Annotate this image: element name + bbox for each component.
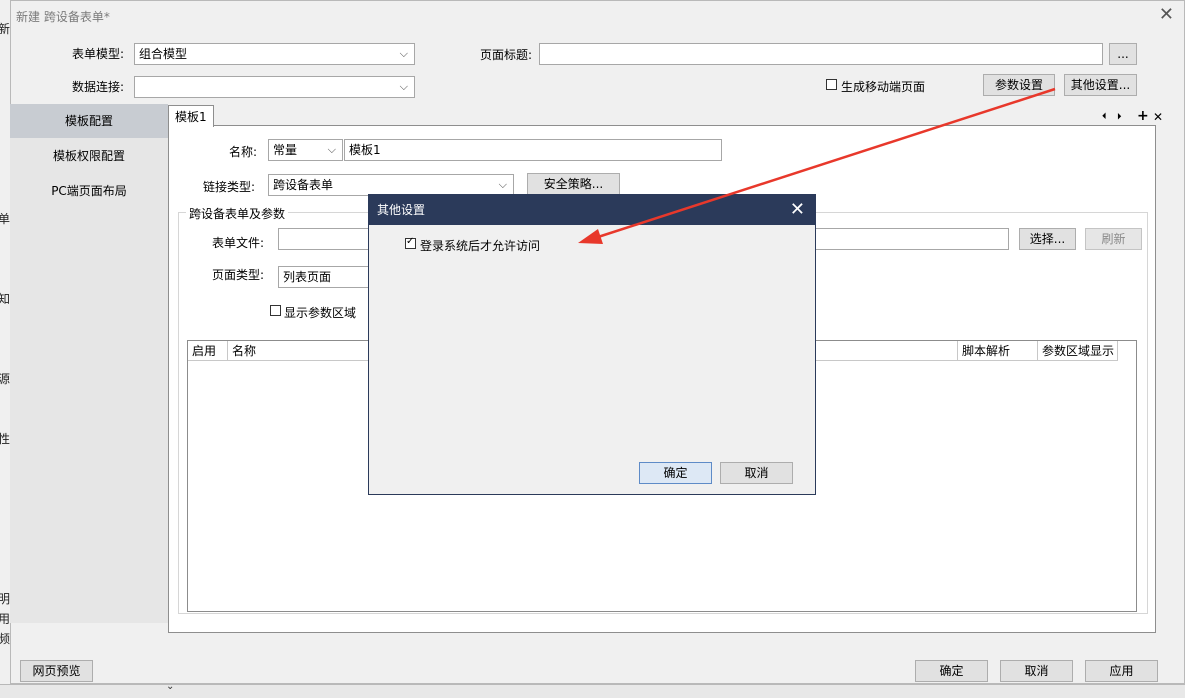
nav-item-pc-layout[interactable]: PC端页面布局 <box>10 174 168 208</box>
tab-prev-icon[interactable]: ⏴ <box>1102 112 1107 122</box>
template-name-value: 模板1 <box>349 143 381 157</box>
background-window-bottom: ⌄ <box>0 681 1185 698</box>
template-name-input[interactable]: 模板1 <box>344 139 722 161</box>
other-settings-title: 其他设置 <box>377 203 426 217</box>
cross-device-params-label: 跨设备表单及参数 <box>186 205 289 222</box>
page-title-browse-button[interactable]: ... <box>1109 43 1137 65</box>
form-file-label: 表单文件: <box>212 236 265 250</box>
column-header-script-parse[interactable]: 脚本解析 <box>958 341 1038 361</box>
form-model-select[interactable]: 组合模型 ⌵ <box>134 43 415 65</box>
other-settings-button[interactable]: 其他设置... <box>1064 74 1137 96</box>
page-title-label: 页面标题: <box>480 48 533 62</box>
page-type-label: 页面类型: <box>212 268 265 282</box>
refresh-button[interactable]: 刷新 <box>1085 228 1142 250</box>
data-connection-select[interactable]: ⌵ <box>134 76 415 98</box>
chevron-down-icon: ⌵ <box>399 47 408 60</box>
other-settings-dialog: 其他设置 ✕ 登录系统后才允许访问 确定 取消 <box>368 194 816 495</box>
tab-template-1[interactable]: 模板1 <box>168 105 214 127</box>
page-type-select[interactable]: 列表页面 <box>278 266 378 288</box>
ok-button[interactable]: 确定 <box>915 660 988 682</box>
chevron-down-icon: ⌵ <box>327 143 336 156</box>
show-param-area-checkbox[interactable] <box>270 305 281 316</box>
chevron-down-icon: ⌵ <box>399 80 408 93</box>
background-text: 频 <box>0 632 11 646</box>
security-policy-button[interactable]: 安全策略... <box>527 173 620 195</box>
param-settings-button[interactable]: 参数设置 <box>983 74 1055 96</box>
nav-item-template-config[interactable]: 模板配置 <box>10 104 168 138</box>
link-type-select[interactable]: 跨设备表单 ⌵ <box>268 174 514 196</box>
dialog-title: 新建 跨设备表单* <box>16 10 110 24</box>
background-text: 新 <box>0 22 11 36</box>
select-file-button[interactable]: 选择... <box>1019 228 1076 250</box>
generate-mobile-checkbox[interactable] <box>826 79 837 90</box>
form-model-label: 表单模型: <box>72 47 125 61</box>
close-icon[interactable]: ✕ <box>1159 4 1174 25</box>
column-header-param-display[interactable]: 参数区域显示 <box>1038 341 1118 361</box>
page-title-input[interactable] <box>539 43 1103 65</box>
cancel-button[interactable]: 取消 <box>1000 660 1073 682</box>
name-label: 名称: <box>229 145 258 159</box>
other-settings-ok-button[interactable]: 确定 <box>639 462 712 484</box>
column-header-enabled[interactable]: 启用 <box>188 341 228 361</box>
login-required-checkbox[interactable] <box>405 236 416 249</box>
add-tab-icon[interactable]: + <box>1137 108 1149 124</box>
generate-mobile-label: 生成移动端页面 <box>841 80 926 94</box>
data-connection-label: 数据连接: <box>72 80 125 94</box>
show-param-area-label: 显示参数区域 <box>284 306 357 320</box>
background-text: 单 <box>0 212 11 226</box>
web-preview-button[interactable]: 网页预览 <box>20 660 93 682</box>
remove-tab-icon[interactable]: ✕ <box>1153 110 1163 124</box>
page-type-value: 列表页面 <box>283 270 332 284</box>
apply-button[interactable]: 应用 <box>1085 660 1158 682</box>
background-text: 明 <box>0 592 11 606</box>
chevron-down-icon: ⌵ <box>498 178 507 191</box>
link-type-value: 跨设备表单 <box>273 178 334 192</box>
nav-item-template-permission[interactable]: 模板权限配置 <box>10 139 168 173</box>
background-text: 性 <box>0 432 11 446</box>
background-text: 用 <box>0 612 11 626</box>
background-text: 知 <box>0 292 11 306</box>
other-settings-cancel-button[interactable]: 取消 <box>720 462 793 484</box>
background-text: 源 <box>0 372 11 386</box>
other-settings-title-bar: 其他设置 ✕ <box>369 195 815 225</box>
name-type-value: 常量 <box>273 143 298 157</box>
name-type-select[interactable]: 常量 ⌵ <box>268 139 343 161</box>
link-type-label: 链接类型: <box>203 180 256 194</box>
tab-next-icon[interactable]: ⏵ <box>1117 112 1122 122</box>
login-required-label: 登录系统后才允许访问 <box>420 239 541 253</box>
close-icon[interactable]: ✕ <box>790 195 805 225</box>
left-nav: 模板配置 模板权限配置 PC端页面布局 <box>10 104 168 623</box>
form-model-value: 组合模型 <box>139 47 188 61</box>
